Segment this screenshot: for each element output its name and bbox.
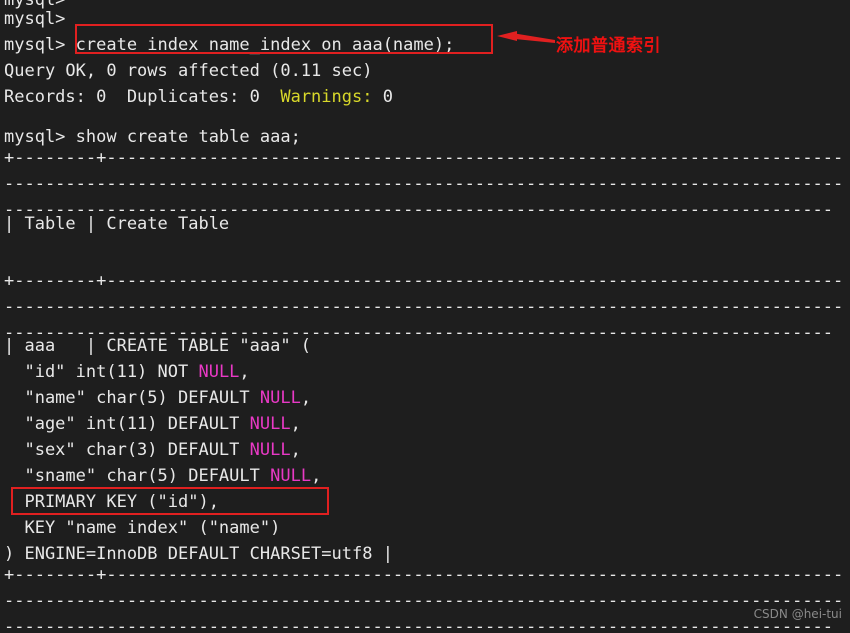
column-def-sex: "sex" char(3) DEFAULT NULL, bbox=[4, 437, 301, 463]
null-keyword: NULL bbox=[270, 466, 312, 486]
column-def-age: "age" int(11) DEFAULT NULL, bbox=[4, 411, 301, 437]
null-keyword: NULL bbox=[249, 440, 291, 460]
warnings-value: 0 bbox=[372, 87, 393, 107]
column-def-name-post: , bbox=[300, 388, 312, 408]
column-def-sname-post: , bbox=[311, 466, 322, 486]
terminal-line-create-index: mysql> create index name_index on aaa(na… bbox=[4, 32, 454, 58]
column-def-id-pre: "id" int(11) NOT bbox=[4, 362, 199, 382]
column-def-sex-pre: "sex" char(3) DEFAULT bbox=[4, 440, 250, 460]
records-text: Records: 0 Duplicates: 0 bbox=[4, 87, 281, 107]
column-def-id-post: , bbox=[239, 362, 250, 382]
column-def-age-post: , bbox=[290, 414, 301, 434]
annotation-label: 添加普通索引 bbox=[556, 36, 661, 56]
terminal-line-prompt-empty: mysql> bbox=[4, 9, 66, 29]
column-def-sname: "sname" char(5) DEFAULT NULL, bbox=[4, 463, 321, 489]
column-def-name-pre: "name" char(5) DEFAULT bbox=[4, 388, 260, 408]
column-def-sex-post: , bbox=[290, 440, 301, 460]
terminal-line-query-ok: Query OK, 0 rows affected (0.11 sec) bbox=[4, 61, 373, 81]
key-name-index-def: KEY "name index" ("name") bbox=[4, 518, 281, 538]
table-separator-bottom: +--------+------------------------------… bbox=[4, 565, 844, 633]
column-def-id: "id" int(11) NOT NULL, bbox=[4, 359, 250, 385]
table-header-row: | Table | Create Table bbox=[4, 214, 230, 234]
primary-key-def: PRIMARY KEY ("id"), bbox=[4, 492, 219, 512]
result-summary-line: 1 row in set (0.00 sec) bbox=[4, 628, 239, 633]
warnings-label: Warnings: bbox=[280, 87, 373, 107]
watermark: CSDN @hei-tui bbox=[753, 607, 842, 621]
terminal-window[interactable]: mysql> mysql> mysql> create index name_i… bbox=[0, 0, 850, 633]
column-def-name: "name" char(5) DEFAULT NULL, bbox=[4, 385, 311, 411]
prompt-label: mysql> bbox=[4, 35, 76, 55]
terminal-line-records: Records: 0 Duplicates: 0 Warnings: 0 bbox=[4, 84, 393, 110]
null-keyword: NULL bbox=[198, 362, 240, 382]
annotation-arrow-icon bbox=[497, 31, 555, 43]
null-keyword: NULL bbox=[249, 414, 291, 434]
create-index-command-text: create index name_index on aaa(name); bbox=[75, 35, 455, 55]
null-keyword: NULL bbox=[259, 388, 301, 408]
column-def-age-pre: "age" int(11) DEFAULT bbox=[4, 414, 250, 434]
column-def-sname-pre: "sname" char(5) DEFAULT bbox=[4, 466, 271, 486]
table-row-aaa: | aaa | CREATE TABLE "aaa" ( bbox=[4, 336, 312, 356]
